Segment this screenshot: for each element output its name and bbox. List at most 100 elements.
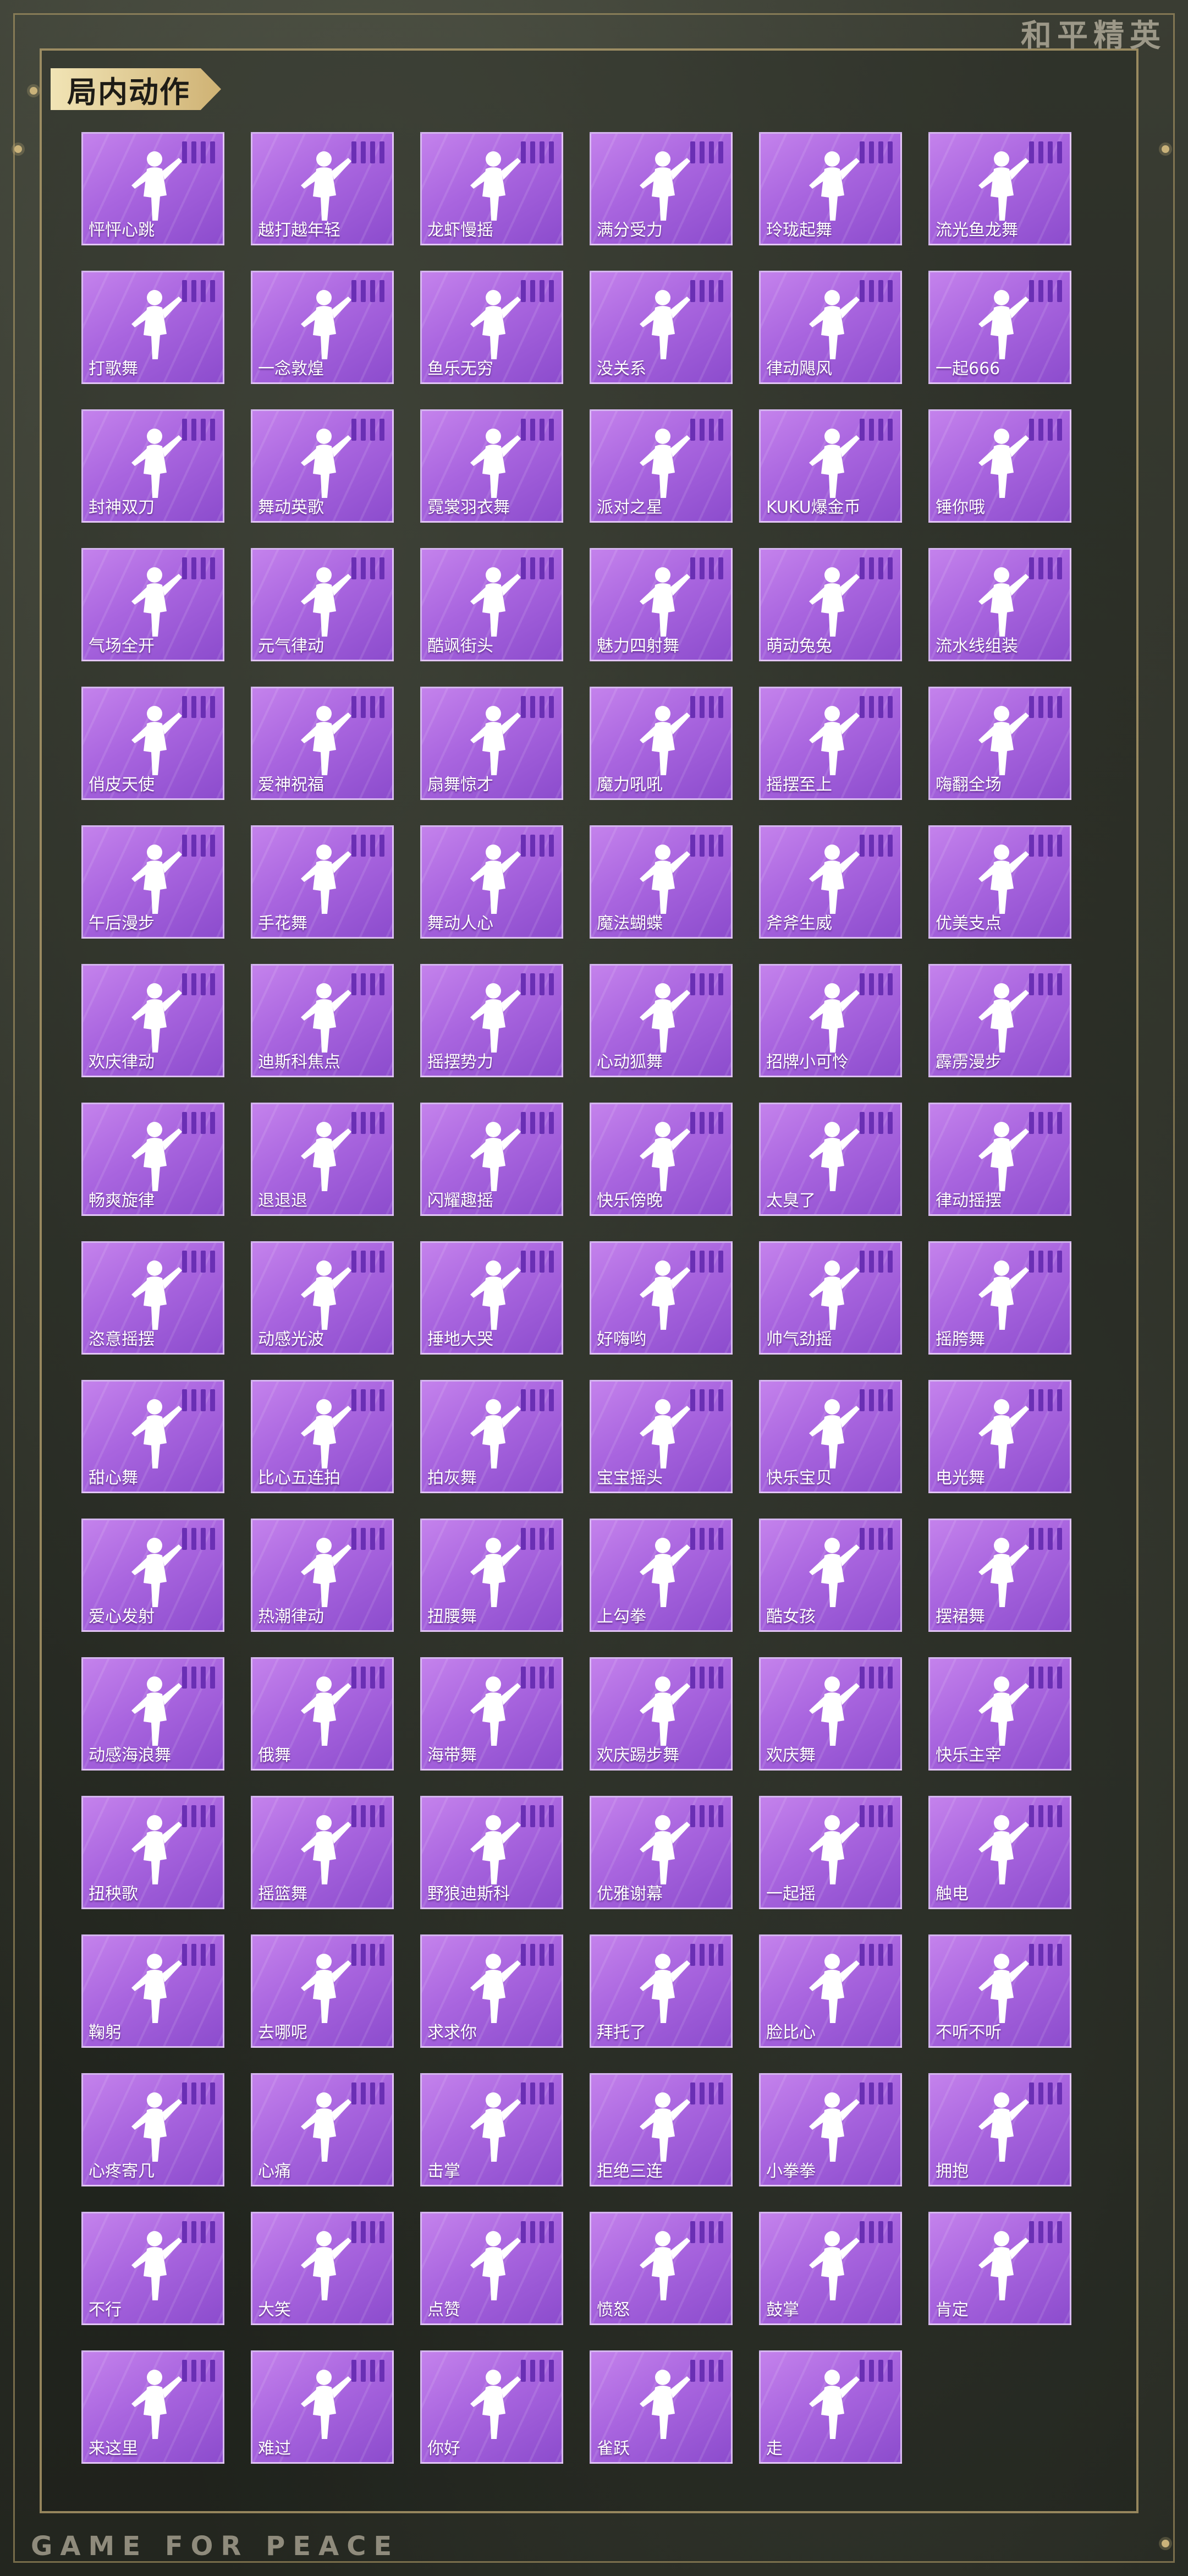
emote-card[interactable]: 难过 <box>251 2350 394 2464</box>
emote-card[interactable]: 击掌 <box>420 2073 563 2186</box>
emote-card[interactable]: 玲珑起舞 <box>759 132 902 245</box>
emote-card[interactable]: 动感光波 <box>251 1241 394 1355</box>
emote-card[interactable]: 太臭了 <box>759 1103 902 1216</box>
emote-card[interactable]: 流光鱼龙舞 <box>928 132 1071 245</box>
emote-card[interactable]: 打歌舞 <box>81 271 224 384</box>
emote-card[interactable]: 午后漫步 <box>81 825 224 939</box>
emote-card[interactable]: 摆裙舞 <box>928 1519 1071 1632</box>
emote-card[interactable]: 心痛 <box>251 2073 394 2186</box>
emote-card[interactable]: 快乐主宰 <box>928 1657 1071 1771</box>
emote-card[interactable]: 触电 <box>928 1796 1071 1909</box>
emote-card[interactable]: 不听不听 <box>928 1934 1071 2048</box>
emote-card[interactable]: 越打越年轻 <box>251 132 394 245</box>
emote-card[interactable]: 流水线组装 <box>928 548 1071 661</box>
emote-card[interactable]: KUKU爆金币 <box>759 409 902 523</box>
emote-card[interactable]: 上勾拳 <box>590 1519 733 1632</box>
emote-card[interactable]: 元气律动 <box>251 548 394 661</box>
emote-card[interactable]: 霹雳漫步 <box>928 964 1071 1077</box>
emote-card[interactable]: 俄舞 <box>251 1657 394 1771</box>
emote-card[interactable]: 没关系 <box>590 271 733 384</box>
emote-card[interactable]: 你好 <box>420 2350 563 2464</box>
emote-card[interactable]: 斧斧生威 <box>759 825 902 939</box>
emote-card[interactable]: 封神双刀 <box>81 409 224 523</box>
emote-card[interactable]: 快乐宝贝 <box>759 1380 902 1493</box>
emote-card[interactable]: 舞动英歌 <box>251 409 394 523</box>
emote-card[interactable]: 俏皮天使 <box>81 687 224 800</box>
emote-card[interactable]: 畅爽旋律 <box>81 1103 224 1216</box>
emote-card[interactable]: 气场全开 <box>81 548 224 661</box>
emote-card[interactable]: 摇篮舞 <box>251 1796 394 1909</box>
emote-card[interactable]: 优美支点 <box>928 825 1071 939</box>
emote-card[interactable]: 宝宝摇头 <box>590 1380 733 1493</box>
emote-card[interactable]: 脸比心 <box>759 1934 902 2048</box>
emote-card[interactable]: 大笑 <box>251 2212 394 2325</box>
emote-card[interactable]: 魅力四射舞 <box>590 548 733 661</box>
emote-card[interactable]: 迪斯科焦点 <box>251 964 394 1077</box>
emote-card[interactable]: 龙虾慢摇 <box>420 132 563 245</box>
emote-card[interactable]: 欢庆律动 <box>81 964 224 1077</box>
emote-card[interactable]: 恣意摇摆 <box>81 1241 224 1355</box>
emote-card[interactable]: 酷女孩 <box>759 1519 902 1632</box>
emote-card[interactable]: 捶地大哭 <box>420 1241 563 1355</box>
emote-card[interactable]: 拥抱 <box>928 2073 1071 2186</box>
emote-card[interactable]: 欢庆踢步舞 <box>590 1657 733 1771</box>
emote-card[interactable]: 快乐傍晚 <box>590 1103 733 1216</box>
emote-card[interactable]: 心动狐舞 <box>590 964 733 1077</box>
emote-card[interactable]: 律动飓风 <box>759 271 902 384</box>
emote-card[interactable]: 怦怦心跳 <box>81 132 224 245</box>
emote-card[interactable]: 热潮律动 <box>251 1519 394 1632</box>
emote-card[interactable]: 好嗨哟 <box>590 1241 733 1355</box>
emote-card[interactable]: 舞动人心 <box>420 825 563 939</box>
emote-card[interactable]: 去哪呢 <box>251 1934 394 2048</box>
emote-card[interactable]: 愤怒 <box>590 2212 733 2325</box>
emote-card[interactable]: 鼓掌 <box>759 2212 902 2325</box>
emote-card[interactable]: 招牌小可怜 <box>759 964 902 1077</box>
emote-card[interactable]: 魔力吼吼 <box>590 687 733 800</box>
emote-card[interactable]: 手花舞 <box>251 825 394 939</box>
emote-card[interactable]: 派对之星 <box>590 409 733 523</box>
emote-card[interactable]: 小拳拳 <box>759 2073 902 2186</box>
emote-card[interactable]: 律动摇摆 <box>928 1103 1071 1216</box>
emote-card[interactable]: 满分受力 <box>590 132 733 245</box>
emote-card[interactable]: 帅气劲摇 <box>759 1241 902 1355</box>
emote-card[interactable]: 心疼寄几 <box>81 2073 224 2186</box>
emote-card[interactable]: 锤你哦 <box>928 409 1071 523</box>
emote-card[interactable]: 爱心发射 <box>81 1519 224 1632</box>
emote-card[interactable]: 酷飒街头 <box>420 548 563 661</box>
emote-card[interactable]: 肯定 <box>928 2212 1071 2325</box>
emote-card[interactable]: 退退退 <box>251 1103 394 1216</box>
emote-card[interactable]: 嗨翻全场 <box>928 687 1071 800</box>
emote-card[interactable]: 摇胯舞 <box>928 1241 1071 1355</box>
emote-card[interactable]: 摇摆势力 <box>420 964 563 1077</box>
emote-card[interactable]: 雀跃 <box>590 2350 733 2464</box>
emote-card[interactable]: 摇摆至上 <box>759 687 902 800</box>
emote-card[interactable]: 拍灰舞 <box>420 1380 563 1493</box>
emote-card[interactable]: 扭腰舞 <box>420 1519 563 1632</box>
emote-card[interactable]: 海带舞 <box>420 1657 563 1771</box>
emote-card[interactable]: 鱼乐无穷 <box>420 271 563 384</box>
emote-card[interactable]: 来这里 <box>81 2350 224 2464</box>
emote-card[interactable]: 霓裳羽衣舞 <box>420 409 563 523</box>
emote-card[interactable]: 一起666 <box>928 271 1071 384</box>
emote-card[interactable]: 魔法蝴蝶 <box>590 825 733 939</box>
emote-card[interactable]: 拜托了 <box>590 1934 733 2048</box>
emote-card[interactable]: 优雅谢幕 <box>590 1796 733 1909</box>
emote-card[interactable]: 野狼迪斯科 <box>420 1796 563 1909</box>
emote-card[interactable]: 欢庆舞 <box>759 1657 902 1771</box>
emote-card[interactable]: 一起摇 <box>759 1796 902 1909</box>
emote-card[interactable]: 拒绝三连 <box>590 2073 733 2186</box>
emote-card[interactable]: 点赞 <box>420 2212 563 2325</box>
emote-card[interactable]: 比心五连拍 <box>251 1380 394 1493</box>
emote-card[interactable]: 闪耀趣摇 <box>420 1103 563 1216</box>
emote-card[interactable]: 电光舞 <box>928 1380 1071 1493</box>
emote-card[interactable]: 扇舞惊才 <box>420 687 563 800</box>
emote-card[interactable]: 求求你 <box>420 1934 563 2048</box>
emote-card[interactable]: 不行 <box>81 2212 224 2325</box>
emote-card[interactable]: 甜心舞 <box>81 1380 224 1493</box>
emote-card[interactable]: 动感海浪舞 <box>81 1657 224 1771</box>
emote-card[interactable]: 萌动兔兔 <box>759 548 902 661</box>
emote-card[interactable]: 走 <box>759 2350 902 2464</box>
emote-card[interactable]: 一念敦煌 <box>251 271 394 384</box>
emote-card[interactable]: 爱神祝福 <box>251 687 394 800</box>
emote-card[interactable]: 扭秧歌 <box>81 1796 224 1909</box>
